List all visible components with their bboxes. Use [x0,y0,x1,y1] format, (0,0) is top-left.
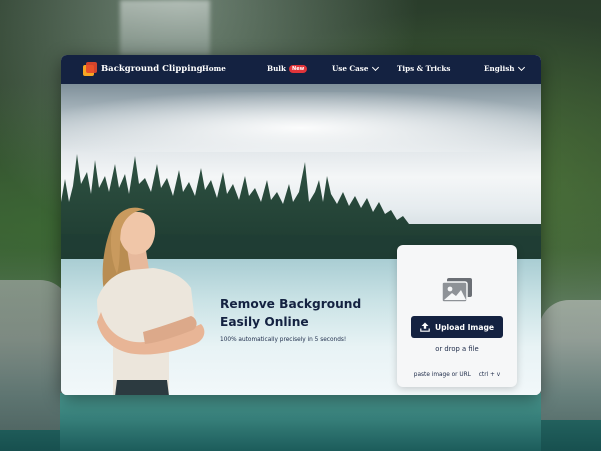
hero-section: Remove Background Easily Online 100% aut… [61,84,541,395]
brand-name: Background Clipping [101,64,203,74]
new-badge: New [289,64,308,73]
nav-tips-link[interactable]: Tips & Tricks [397,64,450,73]
image-icon [442,278,472,302]
paste-url-text: paste image or URL [413,372,471,378]
top-navbar: Background Clipping Home Bulk New Use Ca… [61,55,541,84]
website-preview-card: Background Clipping Home Bulk New Use Ca… [61,55,541,395]
paste-hint: paste image or URL ctrl + v [397,372,517,378]
nav-home-label: Home [202,64,226,73]
language-label: English [484,64,515,73]
hero-title-line2: Easily Online [220,315,309,329]
nav-tips-label: Tips & Tricks [397,64,451,73]
upload-button-label: Upload Image [434,322,495,332]
nav-bulk-link[interactable]: Bulk New [267,64,308,73]
rocks-right-decoration [539,300,601,420]
language-dropdown[interactable]: English [484,63,526,73]
upload-panel[interactable]: Upload Image or drop a file paste image … [397,245,517,387]
nav-use-case-dropdown[interactable]: Use Case [332,63,380,73]
paste-shortcut: ctrl + v [478,372,501,378]
chevron-down-icon [372,63,380,71]
upload-icon [420,322,430,332]
water-pool-decoration [60,393,541,451]
hero-headline: Remove Background Easily Online 100% aut… [220,295,361,343]
hero-subtitle: 100% automatically precisely in 5 second… [220,337,347,343]
logo-mark-icon [83,62,97,76]
hero-title: Remove Background Easily Online [220,295,361,331]
drop-file-hint: or drop a file [435,345,479,353]
nav-bulk-label: Bulk [267,64,287,73]
hero-title-line1: Remove Background [220,297,362,311]
chevron-down-icon [518,63,526,71]
nav-home-link[interactable]: Home [202,64,226,73]
upload-image-button[interactable]: Upload Image [411,316,503,338]
waterfall-decoration [120,0,210,55]
brand-logo[interactable]: Background Clipping [83,62,203,76]
nav-use-case-label: Use Case [332,64,369,73]
woman-photo-figure [97,207,205,395]
